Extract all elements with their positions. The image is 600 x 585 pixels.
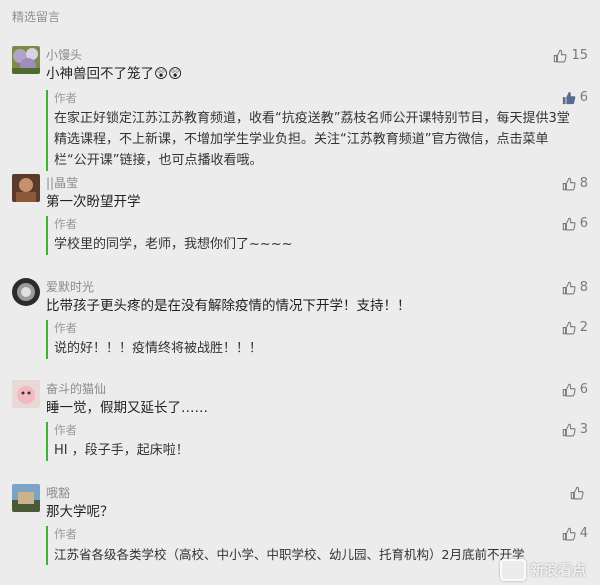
comment-text: 睡一觉，假期又延长了…… — [46, 400, 208, 416]
like-count: 8 — [579, 176, 588, 191]
reply-like-button[interactable]: 6 — [562, 90, 588, 105]
author-reply: 作者 HI ，段子手，起床啦！ 3 — [46, 422, 588, 461]
section-title: 精选留言 — [12, 10, 61, 24]
like-button[interactable]: 8 — [562, 176, 588, 191]
watermark: 新浪看点 — [500, 559, 586, 581]
reply-like-button[interactable]: 3 — [562, 422, 588, 437]
reply-text: HI ，段子手，起床啦！ — [54, 443, 189, 458]
thumbs-up-icon — [562, 423, 576, 436]
thumbs-up-icon — [562, 217, 576, 230]
comment-item: 奋斗的猫仙 睡一觉，假期又延长了…… 作者 HI ，段子手，起床啦！ 3 6 — [0, 380, 600, 480]
avatar-image — [12, 278, 40, 306]
reply-like-button[interactable]: 2 — [562, 320, 588, 335]
like-count: 8 — [579, 280, 588, 295]
reply-text: 在家正好锁定江苏江苏教育频道，收看“抗疫送教”荔枝名师公开课特别节目，每天提供3… — [54, 111, 570, 168]
reply-like-count: 3 — [579, 422, 588, 437]
comment-text: 比带孩子更头疼的是在没有解除疫情的情况下开学！支持！！ — [46, 298, 411, 314]
avatar-image — [12, 380, 40, 408]
like-button[interactable] — [570, 486, 588, 500]
thumbs-up-icon — [570, 486, 584, 500]
like-button[interactable]: 6 — [562, 382, 588, 397]
like-count: 6 — [579, 382, 588, 397]
comment-item: ||晶莹 第一次盼望开学 作者 学校里的同学，老师，我想你们了~~~~ 6 8 — [0, 174, 600, 274]
like-button[interactable]: 8 — [562, 280, 588, 295]
thumbs-up-icon — [562, 177, 576, 190]
avatar-image — [12, 174, 40, 202]
commenter-name[interactable]: 哦豁 — [46, 484, 580, 502]
commenter-name[interactable]: 奋斗的猫仙 — [46, 380, 580, 398]
author-reply: 作者 学校里的同学，老师，我想你们了~~~~ 6 — [46, 216, 588, 255]
commenter-name[interactable]: 小馒头 — [46, 46, 580, 64]
like-button[interactable]: 15 — [553, 48, 588, 63]
reply-like-button[interactable]: 6 — [562, 216, 588, 231]
reply-text: 说的好！！！疫情终将被战胜！！！ — [54, 341, 263, 356]
thumbs-up-icon — [562, 383, 576, 396]
reply-like-button[interactable]: 4 — [562, 526, 588, 541]
avatar-image — [12, 484, 40, 512]
reply-like-count: 4 — [579, 526, 588, 541]
commenter-name[interactable]: ||晶莹 — [46, 174, 580, 192]
like-count: 15 — [571, 48, 588, 63]
thumbs-up-icon — [554, 49, 568, 62]
comment-text: 小神兽回不了笼了😲😲 — [46, 66, 183, 82]
comment-item: 爱默时光 比带孩子更头疼的是在没有解除疫情的情况下开学！支持！！ 作者 说的好！… — [0, 278, 600, 378]
reply-author-label: 作者 — [54, 423, 77, 437]
avatar[interactable] — [12, 484, 40, 512]
reply-author-label: 作者 — [54, 321, 77, 335]
reply-like-count: 6 — [579, 90, 588, 105]
author-reply: 作者 说的好！！！疫情终将被战胜！！！ 2 — [46, 320, 588, 359]
reply-text: 学校里的同学，老师，我想你们了~~~~ — [54, 237, 293, 252]
reply-author-label: 作者 — [54, 527, 77, 541]
reply-like-count: 2 — [579, 320, 588, 335]
avatar[interactable] — [12, 46, 40, 74]
avatar[interactable] — [12, 278, 40, 306]
comment-text: 那大学呢？ — [46, 504, 114, 520]
watermark-logo-icon — [500, 559, 526, 581]
commenter-name[interactable]: 爱默时光 — [46, 278, 580, 296]
thumbs-up-filled-icon — [562, 91, 576, 104]
avatar[interactable] — [12, 380, 40, 408]
author-reply: 作者 在家正好锁定江苏江苏教育频道，收看“抗疫送教”荔枝名师公开课特别节目，每天… — [46, 90, 588, 171]
watermark-text: 新浪看点 — [530, 563, 586, 579]
avatar-image — [12, 46, 40, 74]
avatar[interactable] — [12, 174, 40, 202]
thumbs-up-icon — [562, 281, 576, 294]
reply-like-count: 6 — [579, 216, 588, 231]
thumbs-up-icon — [562, 527, 576, 540]
reply-author-label: 作者 — [54, 91, 77, 105]
thumbs-up-icon — [562, 321, 576, 334]
reply-author-label: 作者 — [54, 217, 77, 231]
comment-item: 小馒头 小神兽回不了笼了😲😲 作者 在家正好锁定江苏江苏教育频道，收看“抗疫送教… — [0, 46, 600, 174]
comment-text: 第一次盼望开学 — [46, 194, 141, 210]
